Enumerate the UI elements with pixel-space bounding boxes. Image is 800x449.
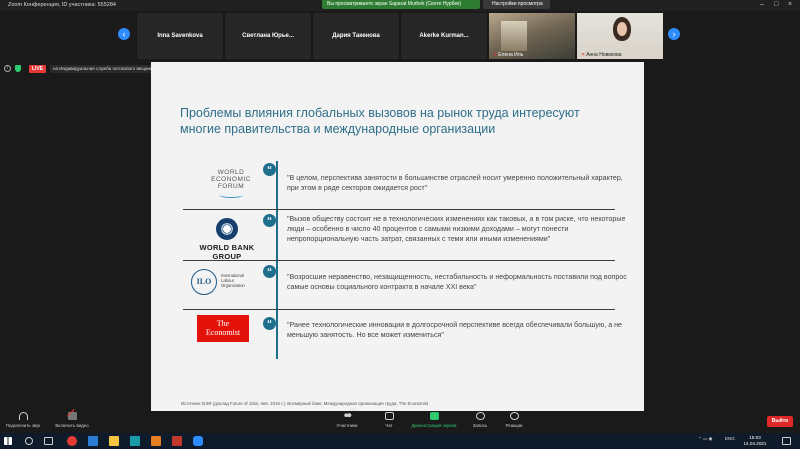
quote-text: "Вызов обществу состоит не в технологиче… (287, 215, 626, 244)
clock[interactable]: 15:03 14.04.2021 (740, 435, 770, 447)
shield-icon[interactable] (15, 65, 21, 72)
minimize-icon[interactable]: – (760, 1, 764, 9)
taskbar: ⌃ ▭ ◉ ENG 15:03 14.04.2021 (0, 433, 800, 449)
tray-icons[interactable]: ⌃ ▭ ◉ (698, 436, 712, 442)
quote-text: "Ранее технологические инновации в долго… (287, 321, 622, 340)
source-note: Источник: ВЭФ (доклад Future of Jobs, ян… (181, 401, 429, 406)
file-explorer-icon[interactable] (109, 436, 119, 446)
participants-button[interactable]: 140 Участники (330, 407, 364, 428)
quote-text: "Возросшие неравенство, незащищенность, … (287, 273, 627, 292)
notifications-icon[interactable] (782, 437, 791, 445)
shared-screen: Проблемы влияния глобальных вызовов на р… (151, 62, 644, 411)
smile-icon (509, 412, 519, 420)
app-icon[interactable] (151, 436, 161, 446)
title-bar: Zoom Конференция, ID участника: 555284 В… (0, 0, 800, 11)
participant-name: Akerke Kurman... (419, 33, 469, 39)
ilo-logo: ILO International Labour Organization (191, 269, 271, 295)
word-icon[interactable] (88, 436, 98, 446)
quote-icon: “ (263, 265, 276, 278)
row-divider (183, 309, 615, 310)
prev-page-icon[interactable]: ‹ (118, 28, 130, 40)
close-icon[interactable]: × (788, 1, 792, 9)
quote-text: "В целом, перспектива занятости в больши… (287, 174, 623, 193)
live-badge[interactable]: LIVE (29, 65, 47, 73)
participant-name: Елена Иль (498, 52, 524, 58)
headphones-icon (18, 412, 28, 420)
view-options-button[interactable]: Настройки просмотра (483, 0, 550, 9)
participant-name: Дария Такенова (332, 33, 380, 39)
slide-title: Проблемы влияния глобальных вызовов на р… (180, 106, 580, 136)
world-bank-logo: WORLD BANK GROUP (187, 218, 267, 261)
app-icon[interactable] (130, 436, 140, 446)
join-audio-button[interactable]: Подключить звук (3, 412, 43, 428)
person-face (617, 22, 627, 36)
quote-icon: “ (263, 317, 276, 330)
participants-icon: 140 (342, 407, 356, 420)
zoom-window: Zoom Конференция, ID участника: 555284 В… (0, 0, 800, 449)
record-icon (475, 412, 485, 420)
maximize-icon[interactable]: □ (774, 1, 778, 9)
start-video-button[interactable]: Включить видео (50, 412, 94, 428)
participant-name: Светлана Юрье... (242, 33, 294, 39)
record-button[interactable]: Запись (468, 412, 492, 428)
video-frame (501, 21, 527, 51)
participant-name: Анна Новикова (586, 52, 622, 58)
camera-off-icon (67, 412, 77, 420)
participant-video-tile[interactable]: ✕Анна Новикова (577, 13, 663, 59)
participant-video-tile[interactable]: ✕Елена Иль (489, 13, 575, 59)
meeting-controls: Подключить звук Включить видео 140 Участ… (0, 407, 800, 433)
row-divider (183, 209, 615, 210)
window-title: Zoom Конференция, ID участника: 555284 (8, 2, 116, 8)
app-icon[interactable] (172, 436, 182, 446)
participant-tile[interactable]: Светлана Юрье... (225, 13, 311, 59)
participant-name: Inna Savenkova (157, 33, 203, 39)
task-view-icon[interactable] (44, 437, 53, 445)
info-icon[interactable]: i (4, 65, 11, 72)
stream-service-label[interactable]: на Индивидуальная служба потокового веща… (50, 65, 158, 73)
language-indicator[interactable]: ENG (725, 436, 735, 441)
quote-icon: “ (263, 163, 276, 176)
mic-muted-icon: ✕ (581, 52, 586, 58)
search-icon[interactable] (25, 437, 33, 445)
share-screen-icon (429, 412, 439, 420)
participant-tile[interactable]: Дария Такенова (313, 13, 399, 59)
wef-logo: WORLD ECONOMIC FORUM (196, 169, 266, 199)
zoom-icon[interactable] (193, 436, 203, 446)
share-banner: Вы просматриваете экран Saparat Murbek (… (322, 0, 480, 9)
chat-icon (384, 412, 394, 420)
participants-count: 140 (349, 407, 357, 412)
quote-icon: “ (263, 214, 276, 227)
globe-icon (216, 218, 238, 240)
opera-icon[interactable] (67, 436, 77, 446)
chat-button[interactable]: Чат (378, 412, 400, 428)
windows-start-icon[interactable] (4, 437, 12, 445)
reactions-button[interactable]: Реакции (500, 412, 528, 428)
participant-tile[interactable]: Inna Savenkova (137, 13, 223, 59)
mic-muted-icon: ✕ (493, 52, 498, 58)
economist-logo: The Economist (197, 315, 249, 342)
participant-tile[interactable]: Akerke Kurman... (401, 13, 487, 59)
leave-button[interactable]: Выйти (767, 416, 793, 427)
share-screen-button[interactable]: Демонстрация экрана (406, 412, 462, 428)
next-page-icon[interactable]: › (668, 28, 680, 40)
participant-strip: ‹ Inna Savenkova Светлана Юрье... Дария … (0, 11, 800, 61)
